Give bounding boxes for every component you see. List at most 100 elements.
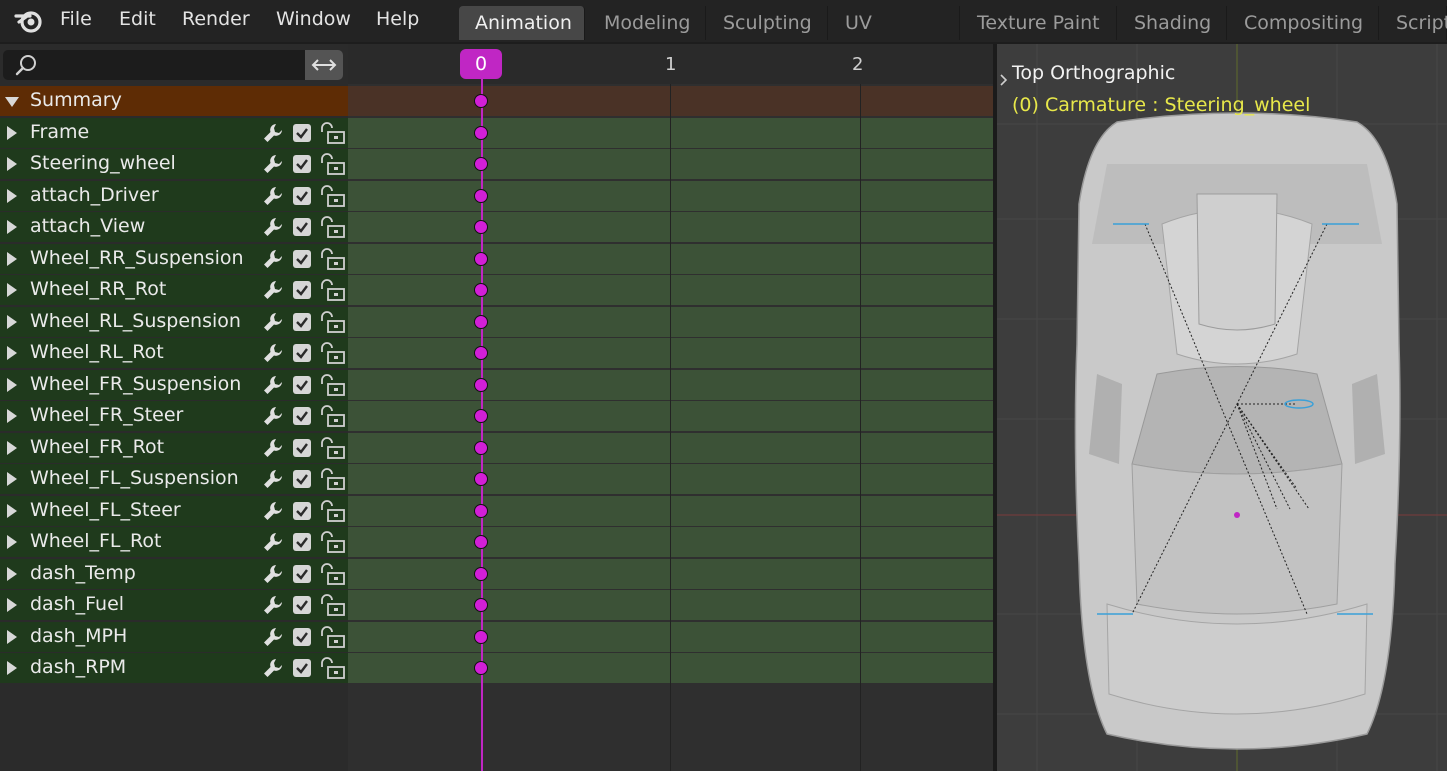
keyframe[interactable] (474, 661, 488, 675)
unlock-icon[interactable] (319, 562, 347, 590)
expand-triangle-icon[interactable] (7, 441, 17, 455)
keyframe[interactable] (474, 441, 488, 455)
modifier-wrench-icon[interactable] (261, 593, 285, 621)
expand-triangle-icon[interactable] (7, 535, 17, 549)
mute-checkbox[interactable] (293, 187, 311, 205)
modifier-wrench-icon[interactable] (261, 530, 285, 558)
unlock-icon[interactable] (319, 467, 347, 495)
expand-triangle-icon[interactable] (7, 283, 17, 297)
tab-sculpting[interactable]: Sculpting (707, 6, 828, 40)
current-frame-indicator[interactable]: 0 (460, 49, 502, 79)
mute-checkbox[interactable] (293, 376, 311, 394)
keyframe[interactable] (474, 630, 488, 644)
channel-row[interactable]: Wheel_FR_Suspension (0, 370, 348, 400)
modifier-wrench-icon[interactable] (261, 625, 285, 653)
modifier-wrench-icon[interactable] (261, 467, 285, 495)
unlock-icon[interactable] (319, 593, 347, 621)
swap-button[interactable] (305, 50, 343, 80)
expand-triangle-icon[interactable] (7, 598, 17, 612)
mute-checkbox[interactable] (293, 628, 311, 646)
expand-triangle-icon[interactable] (7, 661, 17, 675)
mute-checkbox[interactable] (293, 344, 311, 362)
collapse-arrows-icon[interactable] (997, 70, 1009, 90)
keyframe[interactable] (474, 472, 488, 486)
channel-row[interactable]: dash_Temp (0, 559, 348, 589)
expand-triangle-icon[interactable] (7, 346, 17, 360)
modifier-wrench-icon[interactable] (261, 404, 285, 432)
menu-window[interactable]: Window (276, 8, 351, 30)
modifier-wrench-icon[interactable] (261, 656, 285, 684)
modifier-wrench-icon[interactable] (261, 436, 285, 464)
channel-row[interactable]: Frame (0, 118, 348, 148)
mute-checkbox[interactable] (293, 155, 311, 173)
blender-logo-icon[interactable] (14, 6, 44, 36)
unlock-icon[interactable] (319, 404, 347, 432)
channel-row[interactable]: attach_Driver (0, 181, 348, 211)
modifier-wrench-icon[interactable] (261, 278, 285, 306)
tab-texture-paint[interactable]: Texture Paint (961, 6, 1117, 40)
mute-checkbox[interactable] (293, 659, 311, 677)
keyframe[interactable] (474, 535, 488, 549)
channel-row[interactable]: Wheel_RR_Suspension (0, 244, 348, 274)
keyframe[interactable] (474, 157, 488, 171)
3d-viewport[interactable]: Top Orthographic (0) Carmature : Steerin… (997, 44, 1447, 771)
mute-checkbox[interactable] (293, 565, 311, 583)
expand-triangle-icon[interactable] (7, 472, 17, 486)
tab-modeling[interactable]: Modeling (588, 6, 706, 40)
tab-compositing[interactable]: Compositing (1228, 6, 1379, 40)
tab-animation[interactable]: Animation (459, 6, 585, 40)
modifier-wrench-icon[interactable] (261, 341, 285, 369)
mute-checkbox[interactable] (293, 281, 311, 299)
expand-triangle-icon[interactable] (7, 220, 17, 234)
menu-render[interactable]: Render (182, 8, 250, 30)
mute-checkbox[interactable] (293, 533, 311, 551)
modifier-wrench-icon[interactable] (261, 121, 285, 149)
modifier-wrench-icon[interactable] (261, 499, 285, 527)
modifier-wrench-icon[interactable] (261, 215, 285, 243)
tab-scripting[interactable]: Script (1380, 6, 1447, 40)
channel-row[interactable]: dash_RPM (0, 653, 348, 683)
unlock-icon[interactable] (319, 184, 347, 212)
keyframe[interactable] (474, 598, 488, 612)
keyframe[interactable] (474, 346, 488, 360)
mute-checkbox[interactable] (293, 218, 311, 236)
modifier-wrench-icon[interactable] (261, 562, 285, 590)
modifier-wrench-icon[interactable] (261, 152, 285, 180)
unlock-icon[interactable] (319, 278, 347, 306)
channel-row[interactable]: Wheel_RL_Rot (0, 338, 348, 368)
expand-triangle-icon[interactable] (7, 409, 17, 423)
mute-checkbox[interactable] (293, 124, 311, 142)
channel-row[interactable]: Wheel_FL_Rot (0, 527, 348, 557)
keyframe[interactable] (474, 283, 488, 297)
unlock-icon[interactable] (319, 341, 347, 369)
mute-checkbox[interactable] (293, 502, 311, 520)
mute-checkbox[interactable] (293, 313, 311, 331)
modifier-wrench-icon[interactable] (261, 184, 285, 212)
expand-triangle-icon[interactable] (7, 157, 17, 171)
unlock-icon[interactable] (319, 373, 347, 401)
dopesheet-area[interactable]: 0 1 2 (348, 44, 993, 771)
modifier-wrench-icon[interactable] (261, 247, 285, 275)
expand-triangle-icon[interactable] (7, 315, 17, 329)
expand-triangle-icon[interactable] (7, 378, 17, 392)
menu-help[interactable]: Help (376, 8, 419, 30)
channel-row[interactable]: dash_Fuel (0, 590, 348, 620)
mute-checkbox[interactable] (293, 470, 311, 488)
channel-summary-row[interactable]: Summary (0, 86, 348, 116)
channel-row[interactable]: Wheel_FR_Rot (0, 433, 348, 463)
keyframe[interactable] (474, 567, 488, 581)
channel-row[interactable]: Wheel_RL_Suspension (0, 307, 348, 337)
channel-row[interactable]: Steering_wheel (0, 149, 348, 179)
keyframe[interactable] (474, 504, 488, 518)
unlock-icon[interactable] (319, 247, 347, 275)
expand-triangle-icon[interactable] (7, 504, 17, 518)
keyframe[interactable] (474, 189, 488, 203)
collapse-triangle-icon[interactable] (5, 97, 19, 107)
channel-row[interactable]: Wheel_RR_Rot (0, 275, 348, 305)
keyframe[interactable] (474, 126, 488, 140)
mute-checkbox[interactable] (293, 250, 311, 268)
unlock-icon[interactable] (319, 530, 347, 558)
unlock-icon[interactable] (319, 625, 347, 653)
unlock-icon[interactable] (319, 656, 347, 684)
tab-shading[interactable]: Shading (1118, 6, 1227, 40)
